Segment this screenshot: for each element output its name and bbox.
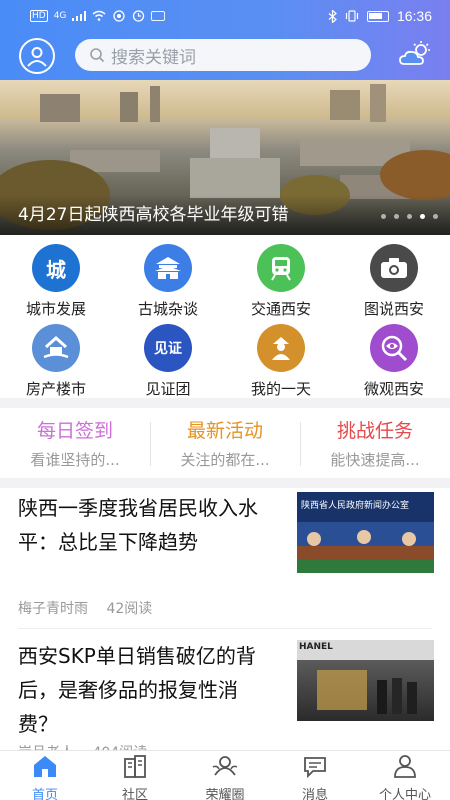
search-placeholder: 搜索关键词 [111, 47, 196, 68]
camera-icon [370, 244, 418, 292]
grid-item-label: 房产楼市 [25, 380, 86, 398]
nav-messages[interactable]: 消息 [270, 753, 360, 800]
status-time: 16:36 [396, 8, 432, 24]
vibrate-icon [345, 10, 359, 22]
activity-title: 最新活动 [186, 420, 263, 442]
eye-comfort-icon [113, 9, 126, 22]
nav-label: 荣耀圈 [205, 788, 245, 800]
hd-indicator: HD [30, 9, 48, 22]
activity-subtitle: 看谁坚持的... [30, 451, 120, 469]
nav-home[interactable]: 首页 [0, 753, 90, 800]
person-icon [257, 324, 305, 372]
activity-title: 每日签到 [36, 420, 113, 442]
daily-checkin-card[interactable]: 每日签到 看谁坚持的... [0, 408, 150, 470]
train-icon [257, 244, 305, 292]
news-thumbnail: 陕西省人民政府新闻办公室 [297, 492, 434, 573]
thumb-caption: 陕西省人民政府新闻办公室 [297, 492, 434, 522]
banner-carousel[interactable]: 4月27日起陕西高校各毕业年级可错 [0, 80, 450, 235]
grid-item-label: 图说西安 [363, 300, 424, 318]
palace-icon [144, 244, 192, 292]
honor-circle-icon [212, 756, 238, 776]
bluetooth-icon [328, 9, 337, 23]
news-divider [18, 628, 432, 629]
house-icon [32, 324, 80, 372]
carousel-dot-active[interactable] [420, 214, 425, 219]
activity-row: 每日签到 看谁坚持的... 最新活动 关注的都在... 挑战任务 能快速提高..… [0, 408, 450, 478]
news-title: 西安SKP单日销售破亿的背后，是奢侈品的报复性消费？ [18, 644, 256, 736]
status-bar: HD 4G 16:36 [0, 0, 450, 32]
carousel-dot[interactable] [433, 214, 438, 219]
news-item[interactable]: 西安SKP单日销售破亿的背后，是奢侈品的报复性消费？ 岸且老人 404阅读 HA… [0, 636, 450, 761]
grid-item-witness[interactable]: 见证 见证团 [112, 320, 224, 398]
nav-profile[interactable]: 个人中心 [360, 753, 450, 800]
news-reads: 42阅读 [106, 601, 153, 617]
carousel-dots [381, 214, 438, 219]
wifi-icon [92, 10, 106, 21]
grid-item-micro-view[interactable]: 微观西安 [338, 320, 450, 398]
weather-icon [399, 41, 430, 65]
status-right: 16:36 [328, 8, 432, 24]
activity-subtitle: 关注的都在... [180, 451, 270, 469]
home-icon [34, 756, 56, 777]
category-grid: 城 城市发展 古城杂谈 交通西安 图说西安 房产楼市 见证 见证团 我的一天 微… [0, 240, 450, 400]
grid-item-label: 古城杂谈 [137, 300, 198, 318]
grid-item-label: 城市发展 [25, 300, 86, 318]
carousel-dot[interactable] [381, 214, 386, 219]
challenge-tasks-card[interactable]: 挑战任务 能快速提高... [300, 408, 450, 470]
signal-icon [72, 10, 87, 21]
search-bar[interactable]: 搜索关键词 [75, 39, 371, 71]
alarm-icon [133, 10, 145, 22]
news-author: 梅子青时雨 [18, 601, 88, 617]
news-item[interactable]: 陕西一季度我省居民收入水平：总比呈下降趋势 梅子青时雨 42阅读 陕西省人民政府… [0, 488, 450, 628]
carousel-dot[interactable] [394, 214, 399, 219]
section-divider [0, 478, 450, 488]
notification-app-icon [151, 10, 166, 21]
weather-button[interactable] [398, 40, 434, 70]
nav-honor-circle[interactable]: 荣耀圈 [180, 753, 270, 800]
grid-item-label: 交通西安 [250, 300, 311, 318]
user-icon [27, 47, 47, 67]
nav-label: 个人中心 [378, 788, 431, 800]
activity-title: 挑战任务 [336, 420, 413, 442]
eye-icon [370, 324, 418, 372]
battery-icon [366, 10, 389, 22]
community-icon [124, 755, 146, 778]
banner-title: 4月27日起陕西高校各毕业年级可错 [18, 205, 289, 225]
activity-subtitle: 能快速提高... [330, 451, 420, 469]
grid-item-traffic[interactable]: 交通西安 [225, 240, 337, 318]
user-avatar-button[interactable] [19, 38, 55, 74]
header-bar: HD 4G 16:36 搜索关键词 [0, 0, 450, 80]
grid-item-label: 见证团 [145, 380, 191, 398]
city-glyph: 城 [46, 257, 66, 282]
search-icon [90, 48, 105, 63]
thumb-caption: HANEL [299, 642, 333, 652]
latest-events-card[interactable]: 最新活动 关注的都在... [150, 408, 300, 470]
profile-icon [394, 755, 416, 778]
grid-item-city-development[interactable]: 城 城市发展 [0, 240, 112, 318]
nav-label: 消息 [301, 788, 328, 800]
city-icon: 城 [32, 244, 80, 292]
grid-item-real-estate[interactable]: 房产楼市 [0, 320, 112, 398]
nav-label: 社区 [121, 788, 148, 800]
section-divider [0, 398, 450, 408]
grid-item-my-day[interactable]: 我的一天 [225, 320, 337, 398]
message-icon [304, 757, 326, 779]
bottom-navigation: 首页 社区 荣耀圈 消息 个人中心 [0, 750, 450, 800]
grid-item-label: 我的一天 [250, 380, 311, 398]
news-thumbnail: HANEL [297, 640, 434, 721]
carousel-dot[interactable] [407, 214, 412, 219]
grid-item-label: 微观西安 [363, 380, 424, 398]
news-meta: 梅子青时雨 42阅读 [18, 598, 152, 618]
news-title: 陕西一季度我省居民收入水平：总比呈下降趋势 [18, 496, 258, 554]
grid-item-photo[interactable]: 图说西安 [338, 240, 450, 318]
nav-community[interactable]: 社区 [90, 753, 180, 800]
grid-item-ancient-city[interactable]: 古城杂谈 [112, 240, 224, 318]
nav-label: 首页 [31, 788, 58, 800]
network-indicator: 4G [53, 10, 67, 21]
witness-icon: 见证 [144, 324, 192, 372]
status-left: HD 4G [30, 9, 166, 22]
witness-glyph: 见证 [154, 341, 182, 357]
